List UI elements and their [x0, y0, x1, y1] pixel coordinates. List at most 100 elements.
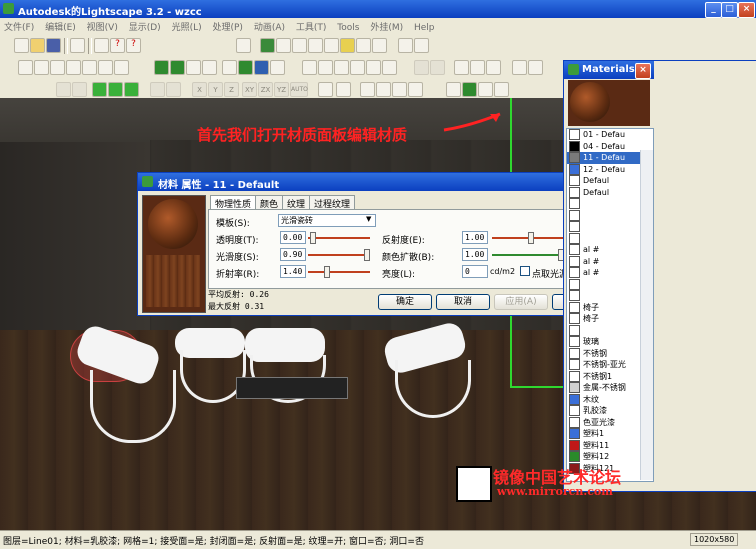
menu-animation[interactable]: 动画(A) [250, 18, 289, 33]
select-arrow-icon[interactable] [302, 60, 317, 75]
open-folder-icon[interactable] [30, 38, 45, 53]
window-titlebar[interactable]: Autodesk的Lightscape 3.2 - wzcc _ □ × [0, 0, 756, 18]
refraction-field[interactable]: 1.40 [280, 265, 306, 278]
menu-light[interactable]: 光照(L) [168, 18, 206, 33]
axis-z-button[interactable]: Z [224, 82, 239, 97]
dialog-titlebar[interactable]: 材料 属性 - 11 - Default × [138, 173, 618, 191]
zoom-icon[interactable] [292, 38, 307, 53]
render-icon[interactable] [254, 60, 269, 75]
color-bleed-slider[interactable] [492, 254, 564, 256]
plane-zx-button[interactable]: ZX [258, 82, 273, 97]
cube-icon[interactable] [66, 60, 81, 75]
menu-edit[interactable]: 编辑(E) [41, 18, 80, 33]
help-icon[interactable]: ? [110, 38, 125, 53]
cube-icon[interactable] [34, 60, 49, 75]
ok-button[interactable]: 确定 [378, 294, 432, 310]
materials-icon[interactable] [462, 82, 477, 97]
context-help-icon[interactable]: ? [126, 38, 141, 53]
point-light-checkbox[interactable] [520, 266, 530, 276]
rotate-icon[interactable] [372, 38, 387, 53]
layers-icon[interactable] [446, 82, 461, 97]
menu-plugin[interactable]: 外挂(M) [366, 18, 407, 33]
cube-icon[interactable] [50, 60, 65, 75]
orbit-icon[interactable] [276, 38, 291, 53]
materials-scrollbar[interactable] [640, 150, 653, 480]
menu-help[interactable]: Help [410, 21, 439, 33]
close-button[interactable]: × [738, 2, 755, 18]
render-icon[interactable] [270, 60, 285, 75]
green-cube-icon[interactable] [170, 60, 185, 75]
materials-titlebar[interactable]: Materials × [564, 61, 654, 79]
template-select[interactable]: 光滑瓷砖 [278, 214, 376, 227]
reflectance-field[interactable]: 1.00 [462, 231, 488, 244]
select-icon[interactable] [350, 60, 365, 75]
menu-display[interactable]: 显示(D) [125, 18, 165, 33]
smoothness-field[interactable]: 0.90 [280, 248, 306, 261]
disabled-icon[interactable] [430, 60, 445, 75]
menu-file[interactable]: 文件(F) [0, 18, 38, 33]
green-box-icon[interactable] [124, 82, 139, 97]
lights-icon[interactable] [494, 82, 509, 97]
object-icon[interactable] [486, 60, 501, 75]
edit-icon[interactable] [186, 60, 201, 75]
tool-icon[interactable] [392, 82, 407, 97]
material-list-item[interactable]: 01 - Defau [567, 129, 653, 141]
pan-icon[interactable] [324, 38, 339, 53]
select-icon[interactable] [366, 60, 381, 75]
axis-x-button[interactable]: X [192, 82, 207, 97]
menu-view[interactable]: 视图(V) [83, 18, 122, 33]
hand-icon[interactable] [166, 82, 181, 97]
cube-icon[interactable] [114, 60, 129, 75]
walk-icon[interactable] [260, 38, 275, 53]
axis-y-button[interactable]: Y [208, 82, 223, 97]
luminance-field[interactable]: 0 [462, 265, 488, 278]
save-icon[interactable] [46, 38, 61, 53]
zoom-in-icon[interactable] [398, 38, 413, 53]
axis-auto-button[interactable]: AUTO [290, 82, 308, 97]
disabled-icon[interactable] [72, 82, 87, 97]
zoom-window-icon[interactable] [308, 38, 323, 53]
transparency-slider-knob[interactable] [310, 232, 316, 244]
menu-tools[interactable]: Tools [333, 21, 363, 33]
select-icon[interactable] [382, 60, 397, 75]
print-icon[interactable] [94, 38, 109, 53]
apply-button[interactable]: 应用(A) [494, 294, 548, 310]
zoom-extent-icon[interactable] [414, 38, 429, 53]
cube-icon[interactable] [18, 60, 33, 75]
menu-process[interactable]: 处理(P) [208, 18, 246, 33]
green-box-icon[interactable] [108, 82, 123, 97]
refraction-slider-knob[interactable] [324, 266, 330, 278]
blocks-icon[interactable] [478, 82, 493, 97]
cancel-button[interactable]: 取消 [436, 294, 490, 310]
transparency-field[interactable]: 0.00 [280, 231, 306, 244]
square-icon[interactable] [222, 60, 237, 75]
green-cube-icon[interactable] [154, 60, 169, 75]
disabled-icon[interactable] [56, 82, 71, 97]
tool-icon[interactable] [360, 82, 375, 97]
render-icon[interactable] [238, 60, 253, 75]
tool-icon[interactable] [318, 82, 333, 97]
new-file-icon[interactable] [14, 38, 29, 53]
tool-icon[interactable] [376, 82, 391, 97]
disabled-icon[interactable] [414, 60, 429, 75]
object-icon[interactable] [512, 60, 527, 75]
cube-icon[interactable] [98, 60, 113, 75]
minimize-button[interactable]: _ [705, 2, 722, 18]
select-icon[interactable] [334, 60, 349, 75]
transparency-slider[interactable] [308, 237, 370, 239]
target-icon[interactable] [356, 38, 371, 53]
object-icon[interactable] [470, 60, 485, 75]
cube-icon[interactable] [82, 60, 97, 75]
plane-yz-button[interactable]: YZ [274, 82, 289, 97]
materials-close-button[interactable]: × [635, 63, 651, 79]
light-icon[interactable] [340, 38, 355, 53]
cut-icon[interactable] [70, 38, 85, 53]
tool-icon[interactable] [336, 82, 351, 97]
refraction-slider[interactable] [308, 271, 370, 273]
select-icon[interactable] [318, 60, 333, 75]
tool-icon[interactable] [408, 82, 423, 97]
reflectance-slider-knob[interactable] [528, 232, 534, 244]
object-icon[interactable] [454, 60, 469, 75]
plane-xy-button[interactable]: XY [242, 82, 257, 97]
smoothness-slider[interactable] [308, 254, 370, 256]
